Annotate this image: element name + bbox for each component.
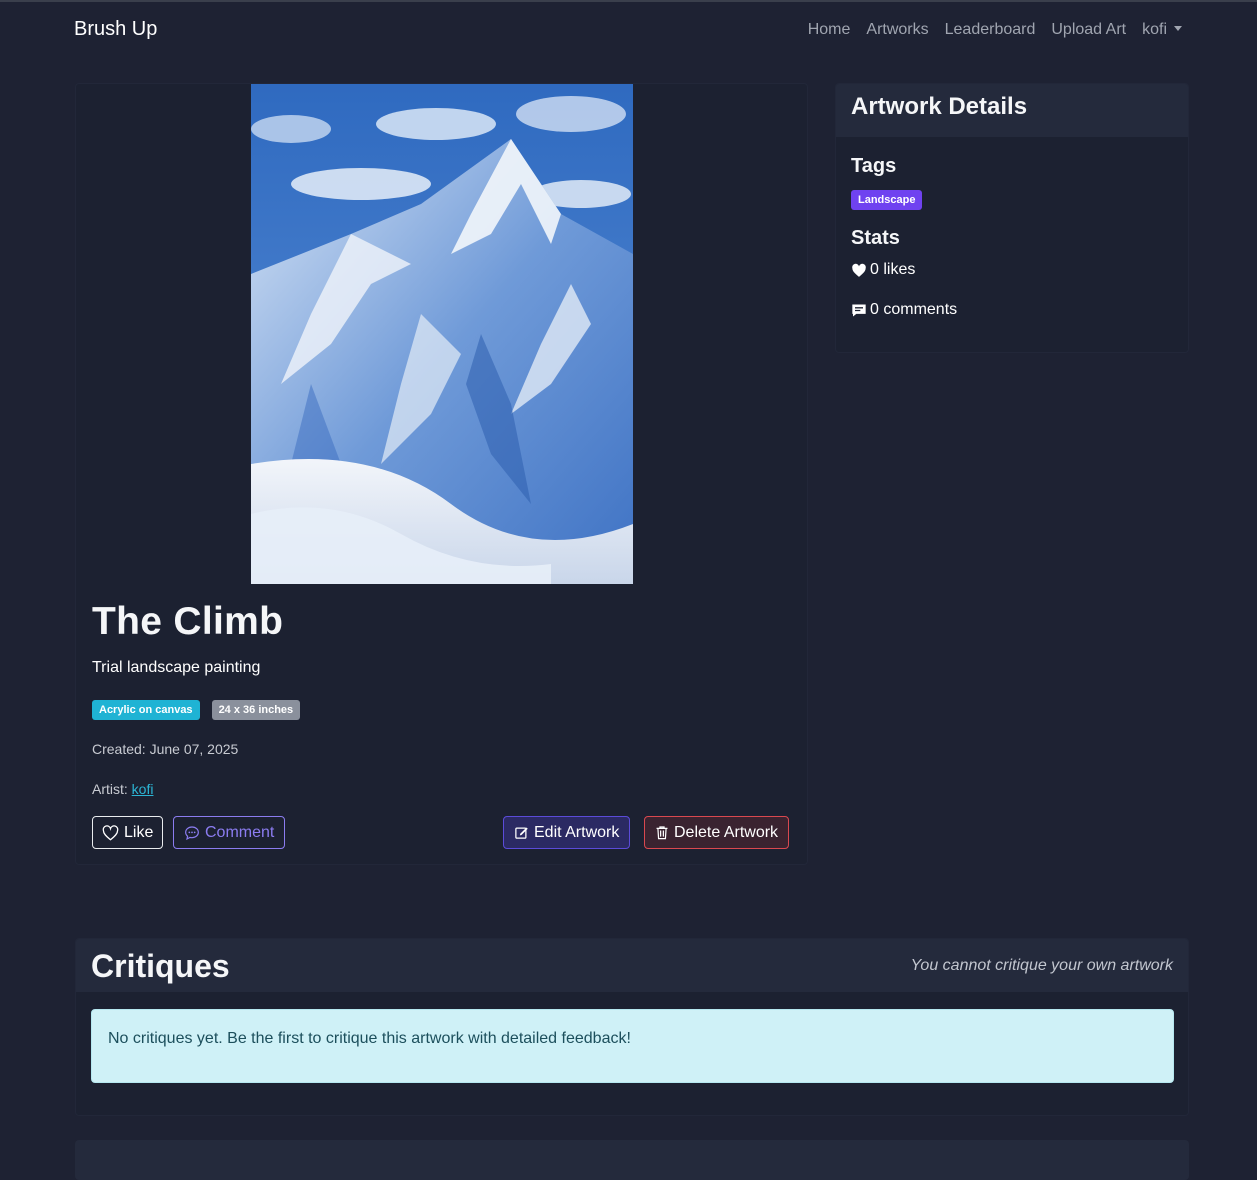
heart-filled-icon (852, 263, 866, 277)
delete-artwork-label: Delete Artwork (674, 823, 779, 841)
edit-icon (515, 827, 528, 839)
comment-button-label: Comment (205, 823, 275, 841)
artwork-details-card: Artwork Details Tags Landscape Stats 0 l… (835, 83, 1189, 353)
comments-stat: 0 comments (851, 301, 957, 319)
artwork-card: The Climb Trial landscape painting Acryl… (75, 83, 808, 865)
nav-link-leaderboard[interactable]: Leaderboard (945, 21, 1036, 39)
artwork-details-header: Artwork Details (836, 84, 1188, 137)
comment-square-icon (852, 304, 866, 316)
chat-dots-icon (185, 825, 199, 840)
critiques-header: Critiques You cannot critique your own a… (76, 939, 1188, 992)
edit-artwork-label: Edit Artwork (534, 823, 620, 841)
artist-line: Artist: kofi (92, 781, 153, 797)
edit-artwork-button[interactable]: Edit Artwork (503, 816, 631, 849)
heart-outline-icon (102, 824, 119, 841)
artwork-badges: Acrylic on canvas 24 x 36 inches (92, 700, 301, 720)
tag-badge-landscape[interactable]: Landscape (851, 190, 923, 210)
nav-links: Home Artworks Leaderboard Upload Art kof… (808, 21, 1182, 39)
artwork-title: The Climb (92, 600, 284, 643)
critiques-card: Critiques You cannot critique your own a… (75, 938, 1189, 1116)
nav-link-home[interactable]: Home (808, 21, 851, 39)
user-name: kofi (1142, 21, 1167, 38)
no-critiques-alert: No critiques yet. Be the first to critiq… (91, 1009, 1174, 1083)
artist-label: Artist: (92, 781, 128, 797)
delete-artwork-button[interactable]: Delete Artwork (644, 816, 790, 849)
mountain-painting-icon (251, 84, 633, 584)
critiques-title: Critiques (91, 948, 230, 984)
artwork-description: Trial landscape painting (92, 659, 261, 676)
nav-link-upload-art[interactable]: Upload Art (1051, 21, 1126, 39)
navbar: Brush Up Home Artworks Leaderboard Uploa… (0, 2, 1257, 58)
like-button-label: Like (124, 823, 154, 841)
brand-logo[interactable]: Brush Up (74, 18, 157, 41)
next-section-card (75, 1140, 1189, 1180)
artist-link[interactable]: kofi (132, 781, 154, 797)
medium-badge: Acrylic on canvas (92, 700, 200, 720)
critique-restriction-note: You cannot critique your own artwork (910, 957, 1173, 974)
nav-link-artworks[interactable]: Artworks (866, 21, 928, 39)
likes-count: 0 likes (870, 261, 916, 278)
tags-heading: Tags (851, 155, 897, 177)
stats-heading: Stats (851, 227, 900, 249)
created-date: Created: June 07, 2025 (92, 741, 239, 757)
chevron-down-icon (1174, 26, 1182, 31)
like-button[interactable]: Like (92, 816, 164, 849)
likes-stat: 0 likes (851, 261, 915, 279)
trash-icon (656, 826, 668, 840)
artwork-image (251, 84, 633, 584)
size-badge: 24 x 36 inches (211, 700, 301, 720)
comment-button[interactable]: Comment (173, 816, 286, 849)
comments-count: 0 comments (870, 301, 958, 318)
user-menu-dropdown[interactable]: kofi (1142, 21, 1182, 39)
